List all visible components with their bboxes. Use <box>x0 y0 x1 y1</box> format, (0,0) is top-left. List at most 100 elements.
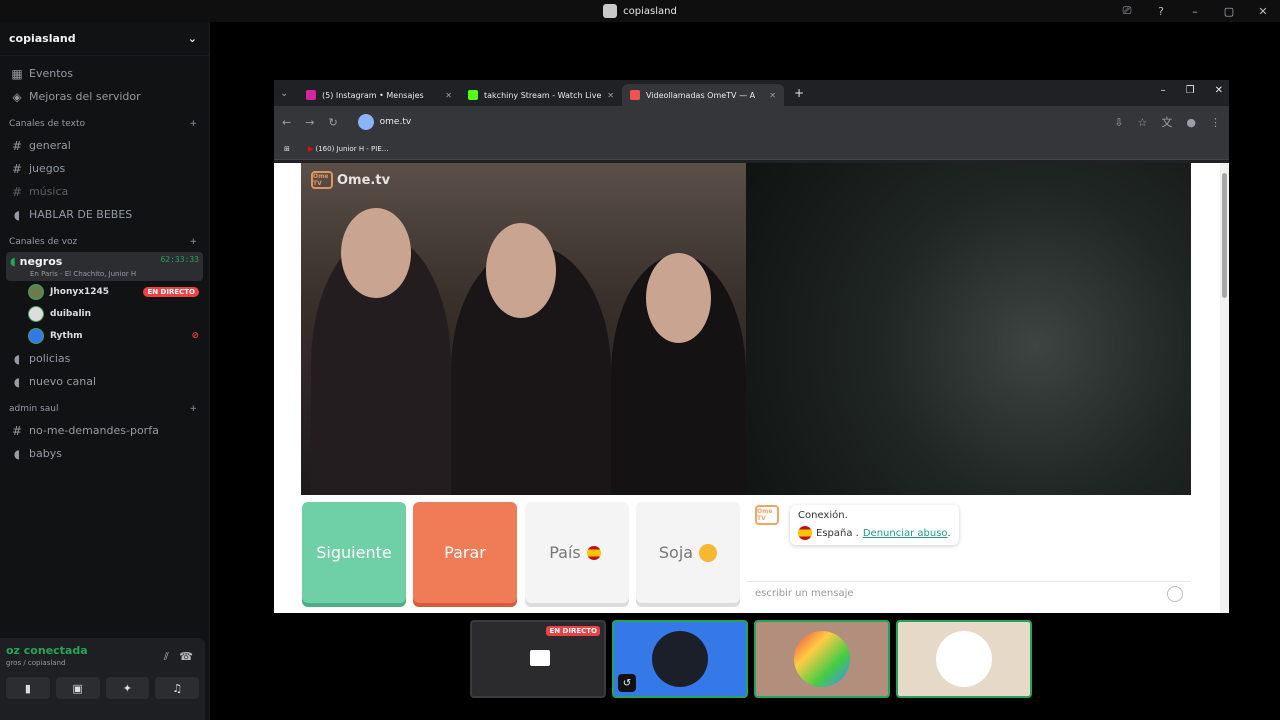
channel-no-me-demandes[interactable]: # no-me-demandes-porfa <box>0 419 209 442</box>
menu-icon[interactable]: ⋮ <box>1210 116 1221 129</box>
profile-avatar[interactable]: ● <box>1186 116 1196 129</box>
country-button[interactable]: País <box>525 502 629 603</box>
hash-icon: # <box>11 423 23 438</box>
close-tab-icon[interactable]: ✕ <box>445 91 452 100</box>
close-tab-icon[interactable]: ✕ <box>769 91 776 100</box>
reload-icon[interactable]: ↻ <box>328 116 337 129</box>
connection-text: Conexión. <box>798 510 848 521</box>
channel-musica[interactable]: # música <box>0 180 209 203</box>
close-button[interactable]: ✕ <box>1215 85 1223 96</box>
boost-icon: ◈ <box>12 89 22 104</box>
install-icon[interactable]: ⇩ <box>1114 116 1123 129</box>
close-button[interactable]: ✕ <box>1246 5 1280 18</box>
bookmarks-bar: ⊞ ▶ (160) Junior H - PIE... <box>274 138 1229 160</box>
category-voice-channels[interactable]: Canales de voz + <box>0 232 209 252</box>
soundboard-button[interactable]: ♫ <box>155 677 199 699</box>
translate-icon[interactable]: 文 <box>1161 114 1172 130</box>
voice-channel-name: negros <box>19 255 63 268</box>
apps-grid-icon[interactable]: ⊞ <box>284 145 290 153</box>
active-voice-channel[interactable]: ◖ negros 62:33:33 En Paris - El Chachito… <box>6 252 203 281</box>
channel-sidebar: copiasland ⌄ ▦ Eventos ◈ Mejoras del ser… <box>0 22 210 720</box>
gender-button[interactable]: Soja <box>636 502 740 603</box>
category-admin[interactable]: admin saul + <box>0 399 209 419</box>
new-tab-button[interactable]: + <box>794 86 804 100</box>
sidebar-item-label: Eventos <box>29 67 73 80</box>
disconnect-icon[interactable]: ☎ <box>179 650 193 663</box>
voice-user-name: duibalin <box>50 309 92 319</box>
help-icon[interactable]: ? <box>1144 5 1178 18</box>
channel-general[interactable]: # general <box>0 134 209 157</box>
channel-nuevo-canal[interactable]: ◖ nuevo canal <box>0 370 209 393</box>
voice-user[interactable]: Rythm ⊘ <box>0 325 209 347</box>
page-scrollbar[interactable] <box>1220 163 1229 613</box>
channel-label: juegos <box>29 162 66 175</box>
instagram-icon <box>306 90 316 100</box>
channel-juegos[interactable]: # juegos <box>0 157 209 180</box>
speaker-icon: ◖ <box>13 446 21 461</box>
stream-tile-rythm[interactable]: ↺ <box>612 620 748 698</box>
kick-icon <box>468 90 478 100</box>
server-header[interactable]: copiasland ⌄ <box>0 22 209 56</box>
bookmark-star-icon[interactable]: ☆ <box>1138 116 1148 129</box>
maximize-button[interactable]: ▢ <box>1212 5 1246 18</box>
category-text-channels[interactable]: Canales de texto + <box>0 114 209 134</box>
country-text: España <box>816 527 853 539</box>
message-placeholder: escribir un mensaje <box>755 588 854 599</box>
close-tab-icon[interactable]: ✕ <box>607 91 614 100</box>
bookmark-item[interactable]: ▶ (160) Junior H - PIE... <box>308 145 389 153</box>
scrollbar-thumb[interactable] <box>1222 173 1227 298</box>
report-abuse-link[interactable]: Denunciar abuso <box>863 528 948 539</box>
voice-user[interactable]: duibalin <box>0 303 209 325</box>
sidebar-item-mejoras[interactable]: ◈ Mejoras del servidor <box>0 85 209 108</box>
screen-share-button[interactable]: ▣ <box>55 677 100 699</box>
camera-button[interactable]: ▮ <box>6 677 50 699</box>
muted-icon: ⊘ <box>191 331 199 341</box>
tab-kick[interactable]: takchiny Stream - Watch Live o ✕ <box>460 84 622 106</box>
channel-policias[interactable]: ◖ policias <box>0 347 209 370</box>
ometv-small-logo: Ome TV <box>755 505 779 525</box>
channel-label: HABLAR DE BEBES <box>29 208 133 221</box>
tab-instagram[interactable]: (5) Instagram • Mensajes ✕ <box>298 84 460 106</box>
voice-user[interactable]: Jhonyx1245 EN DIRECTO <box>0 281 209 303</box>
category-label: admin saul <box>9 404 59 414</box>
noise-suppression-icon[interactable]: ⫽ <box>164 650 169 663</box>
restore-button[interactable]: ❐ <box>1186 85 1195 96</box>
forward-icon[interactable]: → <box>305 116 314 129</box>
tab-ometv[interactable]: Videollamadas OmeTV — A ✕ <box>622 84 784 106</box>
back-icon[interactable]: ← <box>282 116 291 129</box>
face <box>341 208 411 298</box>
inbox-icon[interactable]: ⎚ <box>1110 4 1144 18</box>
channel-label: nuevo canal <box>29 375 97 388</box>
channel-label: música <box>29 185 69 198</box>
server-name: copiasland <box>9 32 76 45</box>
channel-hablar-de-bebes[interactable]: ◖ HABLAR DE BEBES <box>0 203 209 226</box>
stream-tile-user[interactable] <box>896 620 1032 698</box>
remote-video <box>746 163 1191 495</box>
add-channel-icon[interactable]: + <box>189 237 197 247</box>
stream-tiles: EN DIRECTO ↺ <box>470 620 1032 698</box>
app-icon <box>603 4 618 18</box>
stream-tile-user[interactable] <box>754 620 890 698</box>
minimize-button[interactable]: – <box>1178 5 1212 18</box>
tab-search-icon[interactable]: ⌄ <box>280 88 298 99</box>
channel-babys[interactable]: ◖ babys <box>0 442 209 465</box>
calendar-icon: ▦ <box>11 66 23 81</box>
activities-button[interactable]: ✦ <box>105 677 150 699</box>
rythm-avatar <box>652 631 708 687</box>
minimize-button[interactable]: – <box>1161 85 1166 96</box>
stream-tile-screen[interactable]: EN DIRECTO <box>470 620 606 698</box>
connection-message: Conexión. España . Denunciar abuso. <box>790 505 959 545</box>
voice-connection-panel: oz conectada gros / copiasland ⫽ ☎ ▮ ▣ ✦… <box>0 638 205 720</box>
speaker-icon: ◖ <box>10 255 20 268</box>
browser-toolbar: ← → ↻ ome.tv ⇩ ☆ 文 ● ⋮ <box>274 106 1229 138</box>
stop-button[interactable]: Parar <box>413 502 517 603</box>
add-channel-icon[interactable]: + <box>189 404 197 414</box>
message-input[interactable]: escribir un mensaje <box>747 581 1191 605</box>
site-info-icon[interactable] <box>357 114 374 130</box>
sidebar-item-eventos[interactable]: ▦ Eventos <box>0 62 209 85</box>
emoji-icon[interactable] <box>1167 585 1183 602</box>
add-channel-icon[interactable]: + <box>189 119 197 129</box>
next-button[interactable]: Siguiente <box>302 502 406 603</box>
tab-strip: ⌄ (5) Instagram • Mensajes ✕ takchiny St… <box>274 80 1229 106</box>
address-bar[interactable]: ome.tv <box>352 111 1101 133</box>
